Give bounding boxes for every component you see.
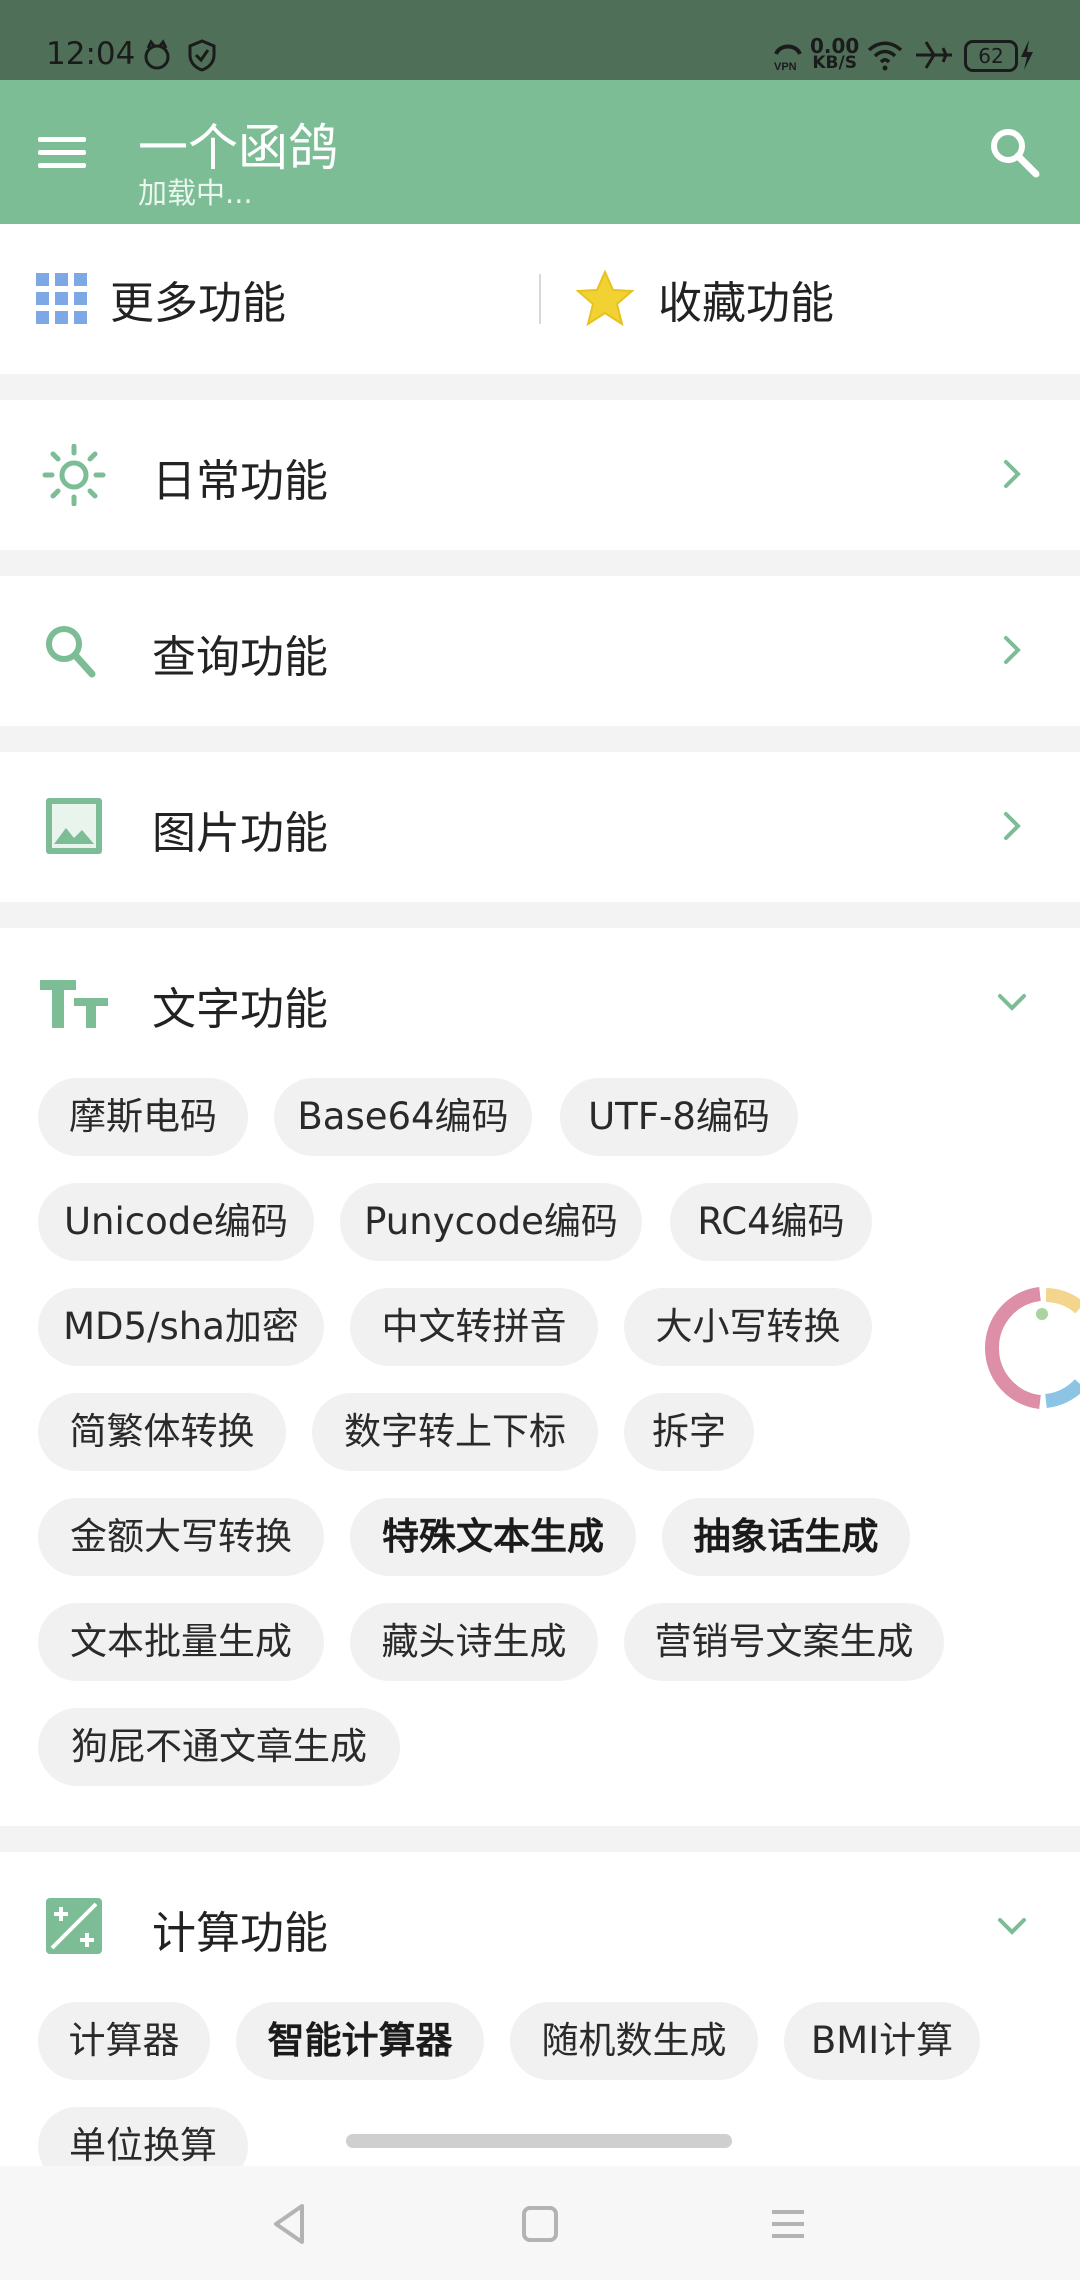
chip-morse[interactable]: 摩斯电码	[38, 1078, 248, 1156]
section-image-title: 图片功能	[152, 808, 328, 859]
chip-calculator[interactable]: 计算器	[38, 2002, 210, 2080]
search-icon[interactable]	[984, 122, 1044, 182]
section-calc-header[interactable]: 计算功能	[0, 1852, 1080, 2002]
more-features-label: 更多功能	[110, 278, 286, 329]
system-nav-bar	[0, 2166, 1080, 2280]
airplane-icon	[916, 41, 952, 69]
chip-amount-uppercase[interactable]: 金额大写转换	[38, 1498, 324, 1576]
quick-bar-divider	[539, 274, 541, 324]
svg-text:VPN: VPN	[774, 61, 797, 72]
chip-marketing-copy[interactable]: 营销号文案生成	[624, 1603, 944, 1681]
chevron-right-icon	[1004, 460, 1021, 488]
chip-simp-trad[interactable]: 简繁体转换	[38, 1393, 286, 1471]
chip-bmi[interactable]: BMI计算	[784, 2002, 980, 2080]
section-image-header[interactable]: 图片功能	[0, 752, 1080, 902]
magnifier-icon	[46, 626, 96, 678]
section-daily-title: 日常功能	[152, 456, 328, 507]
chip-split-char[interactable]: 拆字	[624, 1393, 754, 1471]
sun-icon	[42, 444, 106, 506]
section-daily: 日常功能	[0, 400, 1080, 550]
chip-utf8[interactable]: UTF-8编码	[560, 1078, 798, 1156]
menu-icon[interactable]	[34, 124, 90, 180]
chip-random-number[interactable]: 随机数生成	[510, 2002, 758, 2080]
image-icon	[46, 798, 102, 854]
star-icon	[575, 269, 635, 327]
section-query: 查询功能	[0, 576, 1080, 726]
chip-case-convert[interactable]: 大小写转换	[624, 1288, 872, 1366]
app-bar: 一个函鸽 加载中...	[0, 80, 1080, 224]
battery-indicator: 62	[964, 40, 1018, 72]
status-time: 12:04	[46, 36, 136, 72]
section-query-title: 查询功能	[152, 632, 328, 683]
chevron-down-icon	[998, 1918, 1026, 1935]
section-text: 文字功能 摩斯电码 Base64编码 UTF-8编码 Unicode编码 Pun…	[0, 928, 1080, 1826]
shield-icon	[188, 39, 216, 72]
chip-acrostic-poem[interactable]: 藏头诗生成	[350, 1603, 598, 1681]
favorites-label: 收藏功能	[658, 278, 834, 329]
section-calc-title: 计算功能	[152, 1908, 328, 1959]
section-query-header[interactable]: 查询功能	[0, 576, 1080, 726]
chip-rc4[interactable]: RC4编码	[670, 1183, 872, 1261]
chip-nonsense-article[interactable]: 狗屁不通文章生成	[38, 1708, 400, 1786]
chip-base64[interactable]: Base64编码	[274, 1078, 532, 1156]
chevron-right-icon	[1004, 636, 1021, 664]
recents-icon[interactable]	[760, 2196, 816, 2252]
chevron-down-icon	[998, 994, 1026, 1011]
quick-bar: 更多功能 收藏功能	[0, 224, 1080, 374]
section-text-header[interactable]: 文字功能	[0, 928, 1080, 1078]
wifi-icon	[867, 41, 903, 71]
section-image: 图片功能	[0, 752, 1080, 902]
floating-assistant-icon[interactable]	[980, 1286, 1080, 1410]
section-calc: 计算功能 计算器 智能计算器 随机数生成 BMI计算 单位换算	[0, 1852, 1080, 2185]
back-icon[interactable]	[262, 2196, 318, 2252]
calculator-icon	[46, 1898, 102, 1954]
section-daily-header[interactable]: 日常功能	[0, 400, 1080, 550]
app-subtitle: 加载中...	[138, 176, 253, 210]
more-features-button[interactable]: 更多功能	[36, 224, 286, 374]
chip-pinyin[interactable]: 中文转拼音	[350, 1288, 598, 1366]
charging-icon	[1021, 40, 1033, 70]
chip-smart-calculator[interactable]: 智能计算器	[236, 2002, 484, 2080]
chip-sub-superscript[interactable]: 数字转上下标	[312, 1393, 598, 1471]
section-text-title: 文字功能	[152, 984, 328, 1035]
favorites-button[interactable]: 收藏功能	[574, 224, 834, 374]
scroll-indicator	[346, 2134, 732, 2148]
app-notification-icon	[144, 39, 170, 70]
vpn-icon: VPN	[774, 44, 802, 72]
chip-special-text[interactable]: 特殊文本生成	[350, 1498, 636, 1576]
network-speed: 0.00 KB/S	[810, 34, 860, 73]
chip-unicode[interactable]: Unicode编码	[38, 1183, 314, 1261]
text-size-icon	[40, 980, 108, 1028]
chevron-right-icon	[1004, 812, 1021, 840]
grid-icon	[36, 273, 87, 324]
chip-abstract-speech[interactable]: 抽象话生成	[662, 1498, 910, 1576]
status-bar: 12:04 VPN 0.00 KB/S 62	[0, 0, 1080, 80]
chip-punycode[interactable]: Punycode编码	[340, 1183, 642, 1261]
chip-batch-text[interactable]: 文本批量生成	[38, 1603, 324, 1681]
chip-md5-sha[interactable]: MD5/sha加密	[38, 1288, 324, 1366]
home-icon[interactable]	[512, 2196, 568, 2252]
